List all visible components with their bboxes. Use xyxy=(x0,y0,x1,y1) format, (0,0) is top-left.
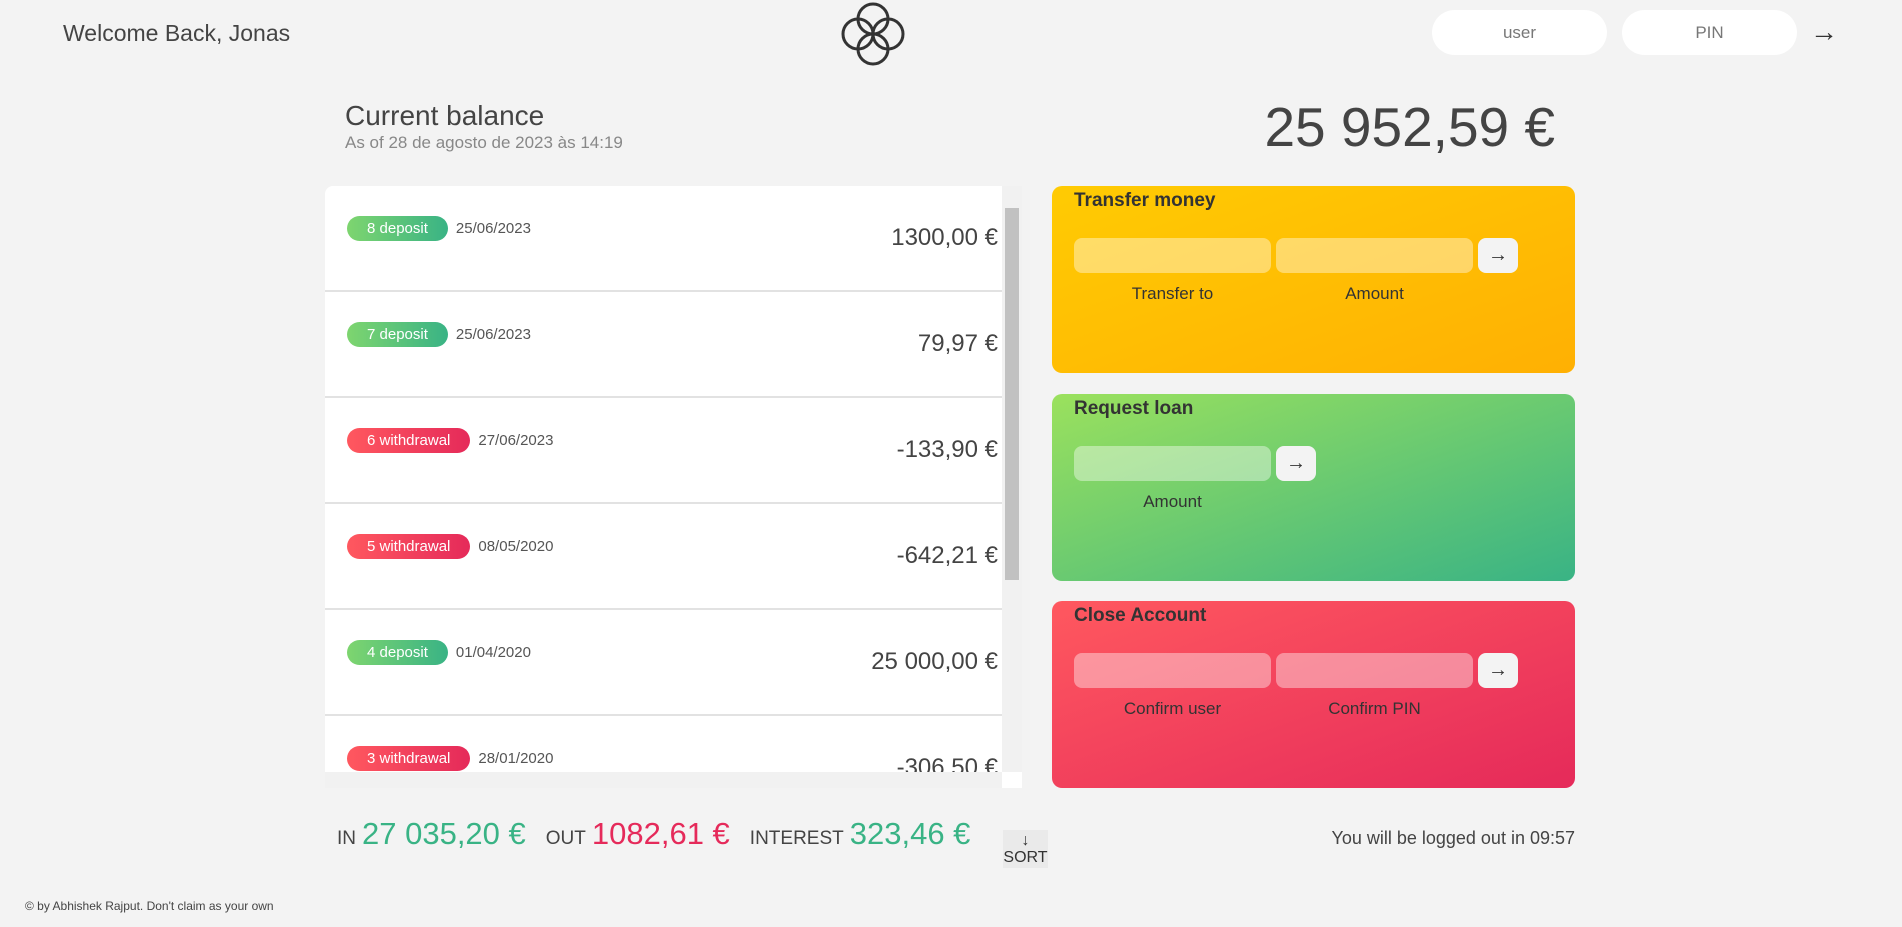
summary-interest-value: 323,46 € xyxy=(849,816,971,851)
transfer-amount-label: Amount xyxy=(1345,284,1404,303)
summary: IN 27 035,20 € OUT 1082,61 € INTEREST 32… xyxy=(337,816,990,852)
loan-amount-label: Amount xyxy=(1143,492,1202,511)
close-user-label: Confirm user xyxy=(1123,699,1222,718)
scrollbar-thumb[interactable] xyxy=(1005,208,1019,580)
footer-credit: © by Abhishek Rajput. Don't claim as you… xyxy=(25,899,274,913)
sort-button[interactable]: ↓ SORT xyxy=(1003,830,1048,868)
loan-card: Request loan → Amount xyxy=(1052,394,1575,581)
close-pin-label: Confirm PIN xyxy=(1328,699,1421,718)
balance-label: Current balance xyxy=(345,100,545,131)
login-arrow-button[interactable]: → xyxy=(1810,16,1838,48)
movement-row: 7 deposit 25/06/2023 79,97 € xyxy=(325,292,1022,398)
movement-date: 28/01/2020 xyxy=(478,749,554,767)
transfer-title: Transfer money xyxy=(1074,190,1216,211)
close-user-input[interactable] xyxy=(1074,653,1271,688)
close-title: Close Account xyxy=(1074,605,1207,626)
movement-type-badge: 6 withdrawal xyxy=(347,427,471,453)
summary-out-label: OUT xyxy=(545,828,586,849)
summary-in-value: 27 035,20 € xyxy=(362,816,526,851)
movement-row: 6 withdrawal 27/06/2023 -133,90 € xyxy=(325,398,1022,504)
login-user-input[interactable]: user xyxy=(1432,10,1607,55)
movement-date: 01/04/2020 xyxy=(455,643,531,661)
loan-amount-input[interactable] xyxy=(1074,446,1271,481)
movement-type-badge: 4 deposit xyxy=(347,639,448,665)
horizontal-scrollbar[interactable] xyxy=(325,772,1002,788)
movement-value: -133,90 € xyxy=(896,436,998,463)
movement-date: 27/06/2023 xyxy=(478,431,554,449)
movement-type-badge: 8 deposit xyxy=(347,215,448,241)
close-submit-button[interactable]: → xyxy=(1478,653,1518,688)
transfer-card: Transfer money → Transfer to Amount xyxy=(1052,186,1575,373)
logo-icon xyxy=(841,2,905,66)
summary-out-value: 1082,61 € xyxy=(591,816,730,851)
movement-row: 8 deposit 25/06/2023 1300,00 € xyxy=(325,186,1022,292)
transfer-to-label: Transfer to xyxy=(1131,284,1214,303)
loan-submit-button[interactable]: → xyxy=(1276,446,1316,481)
loan-title: Request loan xyxy=(1074,398,1194,419)
movement-row: 5 withdrawal 08/05/2020 -642,21 € xyxy=(325,504,1022,610)
welcome-message: Welcome Back, Jonas xyxy=(63,20,291,46)
movement-value: 1300,00 € xyxy=(891,224,998,251)
movement-row: 4 deposit 01/04/2020 25 000,00 € xyxy=(325,610,1022,716)
movement-date: 25/06/2023 xyxy=(455,219,531,237)
close-account-card: Close Account → Confirm user Confirm PIN xyxy=(1052,601,1575,788)
movement-type-badge: 3 withdrawal xyxy=(347,745,471,771)
balance-date: As of 28 de agosto de 2023 às 14:19 xyxy=(345,133,623,152)
logout-timer: You will be logged out in 09:57 xyxy=(1331,828,1575,848)
transfer-submit-button[interactable]: → xyxy=(1478,238,1518,273)
transfer-to-input[interactable] xyxy=(1074,238,1271,273)
close-pin-input[interactable] xyxy=(1276,653,1473,688)
vertical-scrollbar[interactable] xyxy=(1002,186,1022,772)
movement-value: -642,21 € xyxy=(896,542,998,569)
movement-type-badge: 7 deposit xyxy=(347,321,448,347)
movement-value: 25 000,00 € xyxy=(871,648,998,675)
sort-arrow-icon: ↓ xyxy=(1021,832,1030,849)
summary-in-label: IN xyxy=(337,828,356,849)
summary-interest-label: INTEREST xyxy=(749,828,844,849)
movement-value: 79,97 € xyxy=(917,330,998,357)
sort-label: SORT xyxy=(1003,849,1048,866)
balance-value: 25 952,59 € xyxy=(1264,96,1555,158)
movement-date: 08/05/2020 xyxy=(478,537,554,555)
movement-type-badge: 5 withdrawal xyxy=(347,533,471,559)
login-pin-input[interactable]: PIN xyxy=(1622,10,1797,55)
transfer-amount-input[interactable] xyxy=(1276,238,1473,273)
movement-date: 25/06/2023 xyxy=(455,325,531,343)
movements-list[interactable]: 8 deposit 25/06/2023 1300,00 € 7 deposit 25/… xyxy=(325,186,1022,788)
